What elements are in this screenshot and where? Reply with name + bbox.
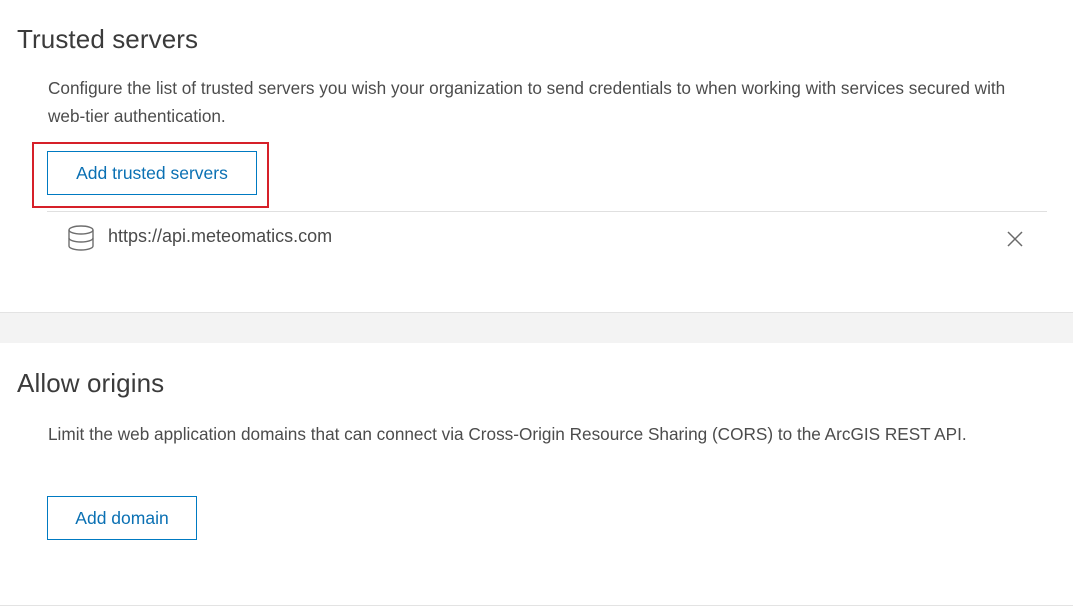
section-separator [0, 313, 1073, 343]
allow-origins-title: Allow origins [17, 368, 165, 398]
add-trusted-servers-button[interactable]: Add trusted servers [47, 151, 257, 195]
allow-origins-section: Allow origins Limit the web application … [0, 343, 1073, 606]
trusted-servers-section: Trusted servers Configure the list of tr… [0, 0, 1073, 313]
remove-server-close-icon[interactable] [1003, 227, 1027, 251]
trusted-servers-title: Trusted servers [17, 24, 199, 54]
allow-origins-description: Limit the web application domains that c… [48, 424, 967, 444]
add-domain-button[interactable]: Add domain [47, 496, 197, 540]
trusted-servers-description: Configure the list of trusted servers yo… [48, 78, 1006, 126]
trusted-server-url: https://api.meteomatics.com [108, 226, 333, 246]
database-icon [67, 225, 95, 251]
trusted-server-list-item: https://api.meteomatics.com [47, 212, 1047, 264]
